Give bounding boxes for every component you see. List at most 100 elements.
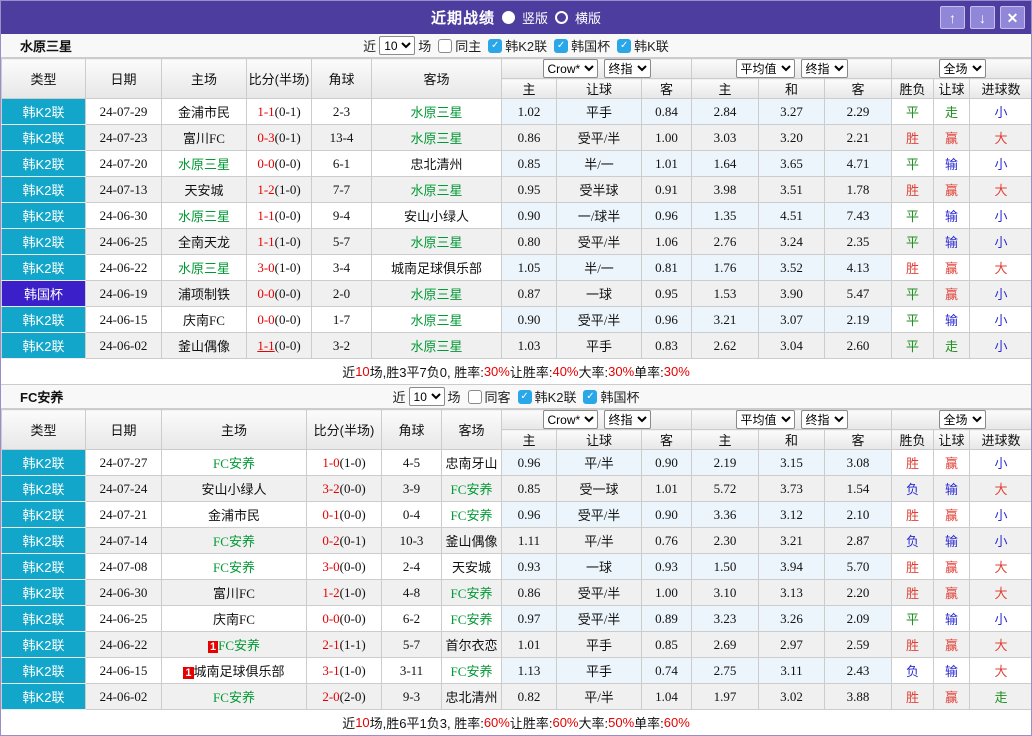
result-cell: 小	[969, 605, 1031, 632]
home-team-name: 庆南FC	[183, 313, 225, 328]
odds-cell: 受平/半	[556, 228, 642, 255]
league-filter-checkbox[interactable]: ✓	[617, 38, 632, 53]
horizontal-layout-radio[interactable]	[555, 11, 568, 24]
home-team-cell: 金浦市民	[161, 501, 307, 528]
match-scope-select[interactable]: 全场	[938, 59, 986, 78]
result-cell: 胜	[891, 124, 935, 151]
column-header: 主场	[161, 58, 247, 99]
result-cell: 胜	[891, 553, 935, 580]
home-team-cell: 庆南FC	[161, 605, 307, 632]
column-subheader: 主	[691, 78, 760, 99]
league-type-cell: 韩K2联	[1, 501, 86, 528]
close-button[interactable]: ✕	[1000, 6, 1025, 29]
result-cell: 输	[933, 605, 971, 632]
summary-segment: 30%	[663, 364, 690, 379]
bookmaker-select[interactable]: Crow*	[542, 410, 598, 429]
column-header: 类型	[1, 409, 86, 450]
recent-count-select[interactable]: 10	[408, 387, 445, 406]
odds-cell: 0.90	[640, 449, 693, 476]
home-team-cell: 浦项制铁	[161, 280, 247, 307]
corner-cell: 3-11	[381, 657, 442, 684]
odds-cell: 3.52	[758, 254, 826, 281]
odds-cell: 3.07	[758, 306, 826, 333]
bookmaker-stage-select[interactable]: 终指	[603, 59, 651, 78]
away-team-cell: 水原三星	[371, 124, 502, 151]
date-cell: 24-06-25	[85, 228, 162, 255]
result-cell: 负	[891, 475, 935, 502]
half-score: (0-0)	[274, 207, 301, 223]
bookmaker-stage-select[interactable]: 终指	[603, 410, 651, 429]
column-header: 比分(半场)	[246, 58, 312, 99]
result-cell: 负	[891, 527, 935, 554]
home-team-name: 水原三星	[177, 157, 230, 172]
column-subheader: 主	[691, 429, 760, 450]
home-team-name: FC安养	[213, 560, 255, 575]
result-cell: 赢	[933, 254, 971, 281]
match-scope-select[interactable]: 全场	[938, 410, 986, 429]
league-type-cell: 韩国杯	[1, 280, 86, 307]
odds-cell: 0.93	[501, 553, 557, 580]
date-cell: 24-06-22	[85, 254, 162, 281]
home-team-name: 富川FC	[183, 131, 225, 146]
league-filter-checkbox[interactable]: ✓	[488, 38, 503, 53]
table-row: 韩K2联 24-06-15 庆南FC 0-0(0-0) 1-7 水原三星 0.90 受平/半 0…	[1, 306, 1031, 333]
odds-cell: 平/半	[556, 527, 642, 554]
odds-cell: 3.90	[758, 280, 826, 307]
odds-cell: 0.85	[640, 631, 693, 658]
odds-cell: 一球	[556, 280, 642, 307]
title-group: 近期战绩 竖版 横版	[1, 7, 1031, 28]
corner-cell: 2-4	[381, 553, 442, 580]
average-stage-select[interactable]: 终指	[800, 410, 848, 429]
date-cell: 24-06-22	[85, 631, 162, 658]
odds-cell: 0.76	[640, 527, 693, 554]
away-team-name: 水原三星	[410, 313, 463, 328]
bookmaker-select[interactable]: Crow*	[542, 59, 598, 78]
summary-segment: 10	[355, 715, 370, 730]
red-card-badge: 1	[207, 641, 219, 653]
league-filter-checkbox[interactable]: ✓	[554, 38, 569, 53]
section-header: 水原三星近 10 场同主 ✓ 韩K2联 ✓ 韩国杯 ✓ 韩K联	[1, 34, 1031, 58]
recent-count-select[interactable]: 10	[379, 36, 416, 55]
away-team-cell: 水原三星	[371, 306, 502, 333]
move-up-button[interactable]: ↑	[940, 6, 965, 29]
result-cell: 走	[933, 332, 971, 359]
half-score: (0-0)	[274, 337, 301, 353]
half-score: (0-0)	[274, 311, 301, 327]
average-stage-select[interactable]: 终指	[800, 59, 848, 78]
vertical-layout-radio[interactable]	[501, 11, 515, 24]
summary-segment: 让胜率:	[509, 365, 553, 380]
odds-cell: 4.51	[758, 202, 826, 229]
summary-segment: 近	[342, 716, 356, 731]
full-score: 1-2	[257, 181, 275, 197]
table-row: 韩K2联 24-06-22 1 FC安养 2-1(1-1) 5-7 首尔衣恋 1.01 平手 0.…	[1, 631, 1031, 658]
odds-cell: 1.13	[501, 657, 557, 684]
odds-cell: 0.95	[640, 280, 693, 307]
average-select[interactable]: 平均值	[735, 410, 795, 429]
result-cell: 输	[933, 475, 971, 502]
league-type-cell: 韩K2联	[1, 605, 86, 632]
league-filter-checkbox[interactable]: ✓	[517, 389, 532, 404]
same-venue-checkbox[interactable]	[467, 389, 482, 404]
table-row: 韩K2联 24-06-25 全南天龙 1-1(1-0) 5-7 水原三星 0.80 受平/半 1…	[1, 228, 1031, 255]
result-cell: 赢	[933, 683, 971, 710]
column-subheader: 进球数	[969, 429, 1031, 450]
date-cell: 24-07-23	[85, 124, 162, 151]
move-down-button[interactable]: ↓	[970, 6, 995, 29]
odds-cell: 7.43	[824, 202, 893, 229]
average-select[interactable]: 平均值	[735, 59, 795, 78]
result-cell: 小	[969, 150, 1031, 177]
result-cell: 输	[933, 150, 971, 177]
same-venue-checkbox[interactable]	[438, 38, 453, 53]
away-team-cell: 水原三星	[371, 228, 502, 255]
column-header: 角球	[311, 58, 372, 99]
away-team-name: 忠北清州	[410, 157, 463, 172]
odds-cell: 1.01	[640, 150, 693, 177]
filter-bar: 近 10 场同主 ✓ 韩K2联 ✓ 韩国杯 ✓ 韩K联	[1, 36, 1031, 55]
result-cell: 赢	[933, 631, 971, 658]
corner-cell: 3-9	[381, 475, 442, 502]
odds-cell: 0.84	[640, 98, 693, 125]
away-team-cell: FC安养	[441, 501, 502, 528]
odds-cell: 1.00	[640, 579, 693, 606]
league-filter-checkbox[interactable]: ✓	[583, 389, 598, 404]
result-cell: 大	[969, 124, 1031, 151]
